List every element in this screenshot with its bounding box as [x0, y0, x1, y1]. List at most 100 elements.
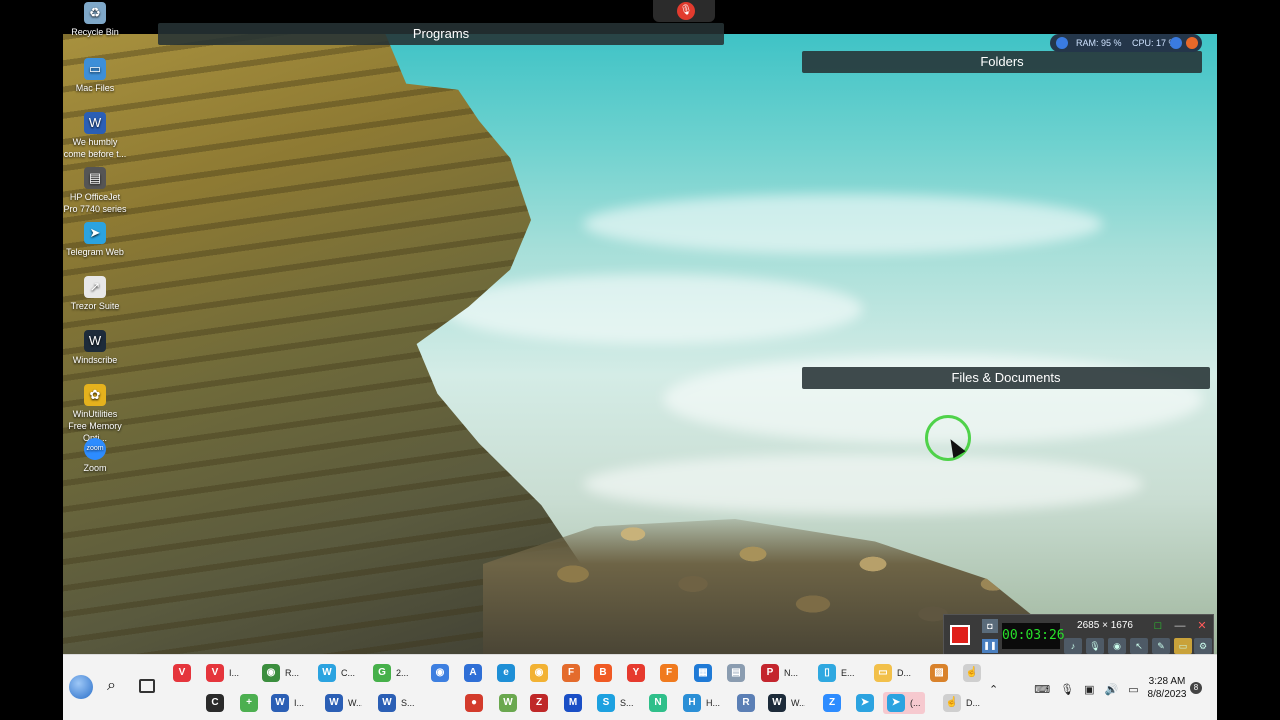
- tb-greenapp[interactable]: G 2...: [373, 662, 409, 684]
- tb-r-app[interactable]: R: [737, 692, 755, 714]
- tb-yandex[interactable]: Y: [627, 662, 645, 684]
- tb-a-app[interactable]: A: [464, 662, 482, 684]
- task-view-icon[interactable]: [139, 679, 155, 693]
- tb-word-1[interactable]: W I...: [271, 692, 304, 714]
- pen-icon[interactable]: ✎: [1152, 638, 1170, 654]
- tb-firefox-dev[interactable]: F: [562, 662, 580, 684]
- taskbar-item-label: H...: [706, 698, 720, 708]
- tb-malwarebytes[interactable]: M: [564, 692, 582, 714]
- word-icon: W: [271, 694, 289, 712]
- desktop-icon-label: Windscribe: [72, 355, 118, 365]
- start-button[interactable]: [69, 675, 93, 699]
- brave-icon: B: [594, 664, 612, 682]
- tb-chrome-canary[interactable]: ◉: [530, 662, 548, 684]
- tb-edge[interactable]: e: [497, 662, 515, 684]
- tb-chart-app[interactable]: ▤: [727, 662, 745, 684]
- desk-icon-zoom[interactable]: zoom Zoom: [63, 438, 127, 474]
- files-fence-header[interactable]: Files & Documents: [802, 367, 1210, 389]
- tb-store[interactable]: ▦: [694, 662, 712, 684]
- volume-icon[interactable]: 🔊: [1104, 683, 1118, 696]
- tb-explorer[interactable]: ▭ D...: [874, 662, 911, 684]
- tb-pdf[interactable]: P N...: [761, 662, 798, 684]
- tb-filezilla[interactable]: Z: [530, 692, 548, 714]
- minimize-icon[interactable]: —: [1172, 618, 1188, 634]
- chevron-up-icon[interactable]: ⌃: [989, 683, 998, 696]
- record-icon: ●: [465, 694, 483, 712]
- gear-icon[interactable]: ⚙: [1194, 638, 1212, 654]
- programs-fence-header[interactable]: Programs: [158, 23, 724, 45]
- telegram-icon: ➤: [856, 694, 874, 712]
- tb-w-app[interactable]: W: [499, 692, 517, 714]
- desk-icon-winutilities[interactable]: ✿WinUtilities Free Memory Opti...: [63, 384, 127, 444]
- desk-icon-word-doc[interactable]: W We humbly come before t...: [63, 112, 127, 160]
- touch-icon: ☝: [963, 664, 981, 682]
- folders-fence-header[interactable]: Folders: [802, 51, 1202, 73]
- tb-skype[interactable]: S S...: [597, 692, 634, 714]
- tb-word-3[interactable]: W S...: [378, 692, 415, 714]
- pdf-icon: P: [761, 664, 779, 682]
- tb-plus-app[interactable]: +: [240, 692, 258, 714]
- vivaldi-icon: V: [173, 664, 191, 682]
- tb-chrome-blue[interactable]: ◉: [431, 662, 449, 684]
- microphone-icon[interactable]: 🎙: [677, 2, 695, 20]
- close-icon[interactable]: ✕: [1194, 618, 1210, 634]
- microphone-icon[interactable]: 🎙: [1060, 683, 1074, 696]
- tb-vivaldi-1[interactable]: V: [173, 662, 191, 684]
- desk-icon-windscribe[interactable]: W Windscribe: [63, 330, 127, 366]
- pause-button[interactable]: ❚❚: [982, 639, 998, 653]
- tb-telegram-2[interactable]: ➤ (...: [883, 692, 925, 714]
- desk-icon-printer[interactable]: ▤ HP OfficeJet Pro 7740 series: [63, 167, 127, 215]
- clock-time: 3:28 AM: [1148, 676, 1186, 687]
- word-icon: W: [325, 694, 343, 712]
- tb-telegram-1[interactable]: ➤: [856, 692, 874, 714]
- tb-h-app[interactable]: H H...: [683, 692, 720, 714]
- clock[interactable]: 3:28 AM 8/8/2023: [1143, 675, 1191, 701]
- speaker-icon[interactable]: ♪: [1064, 638, 1082, 654]
- folder-icon[interactable]: ▭: [1174, 638, 1192, 654]
- desk-icon-recycle-bin[interactable]: ♻ Recycle Bin: [63, 2, 127, 38]
- tb-touch-d[interactable]: ☝ D...: [943, 692, 980, 714]
- keyboard-icon[interactable]: ⌨: [1034, 683, 1050, 696]
- tb-photos[interactable]: ▨: [930, 662, 948, 684]
- search-icon[interactable]: ⌕: [107, 677, 127, 697]
- green-app-icon: G: [373, 664, 391, 682]
- taskbar-item-label: N...: [784, 668, 798, 678]
- desk-icon-trezor[interactable]: ↗ Trezor Suite: [63, 276, 127, 312]
- tb-windscribe-c[interactable]: W C...: [318, 662, 355, 684]
- tb-firefox[interactable]: F: [660, 662, 678, 684]
- tb-word-2[interactable]: W W...: [325, 692, 362, 714]
- tb-zoom[interactable]: Z: [823, 692, 841, 714]
- firefox-icon: F: [562, 664, 580, 682]
- clock-date: 8/8/2023: [1147, 689, 1187, 700]
- ram-usage: RAM: 95 %: [1076, 38, 1122, 48]
- camera-icon[interactable]: ◘: [982, 619, 998, 633]
- tb-recorder[interactable]: ●: [465, 692, 483, 714]
- notification-badge[interactable]: 8: [1190, 682, 1202, 694]
- tb-cortana[interactable]: C: [206, 692, 224, 714]
- mic-widget[interactable]: 🎙: [653, 0, 715, 22]
- cursor-icon[interactable]: ↖: [1130, 638, 1148, 654]
- settings-dot-icon[interactable]: [1186, 37, 1198, 49]
- desk-icon-mac-files[interactable]: ▭ Mac Files: [63, 58, 127, 94]
- expand-icon[interactable]: □: [1150, 618, 1166, 634]
- r-app-icon: R: [737, 694, 755, 712]
- microphone-icon[interactable]: 🎙: [1086, 638, 1104, 654]
- stop-record-button[interactable]: [950, 625, 970, 645]
- system-monitor[interactable]: RAM: 95 % CPU: 17 %: [1050, 34, 1202, 52]
- tb-windscribe-w[interactable]: W W...: [768, 692, 805, 714]
- desktop-icon-label: Mac Files: [75, 83, 115, 93]
- tb-chrome[interactable]: ◉ R...: [262, 662, 299, 684]
- desk-icon-telegram[interactable]: ➤ Telegram Web: [63, 222, 127, 258]
- arrow-icon[interactable]: [1170, 37, 1182, 49]
- tb-brave[interactable]: B: [594, 662, 612, 684]
- tb-n-app[interactable]: N: [649, 692, 667, 714]
- battery-icon[interactable]: ▭: [1128, 683, 1138, 696]
- wave-foam: [583, 454, 1143, 514]
- tb-vivaldi-2[interactable]: V I...: [206, 662, 239, 684]
- vivaldi-icon: V: [206, 664, 224, 682]
- tb-touch[interactable]: ☝: [963, 662, 981, 684]
- webcam-icon[interactable]: ◉: [1108, 638, 1126, 654]
- tb-notes[interactable]: ▯ E...: [818, 662, 855, 684]
- taskbar-item-label: 2...: [396, 668, 409, 678]
- network-icon[interactable]: ▣: [1084, 683, 1094, 696]
